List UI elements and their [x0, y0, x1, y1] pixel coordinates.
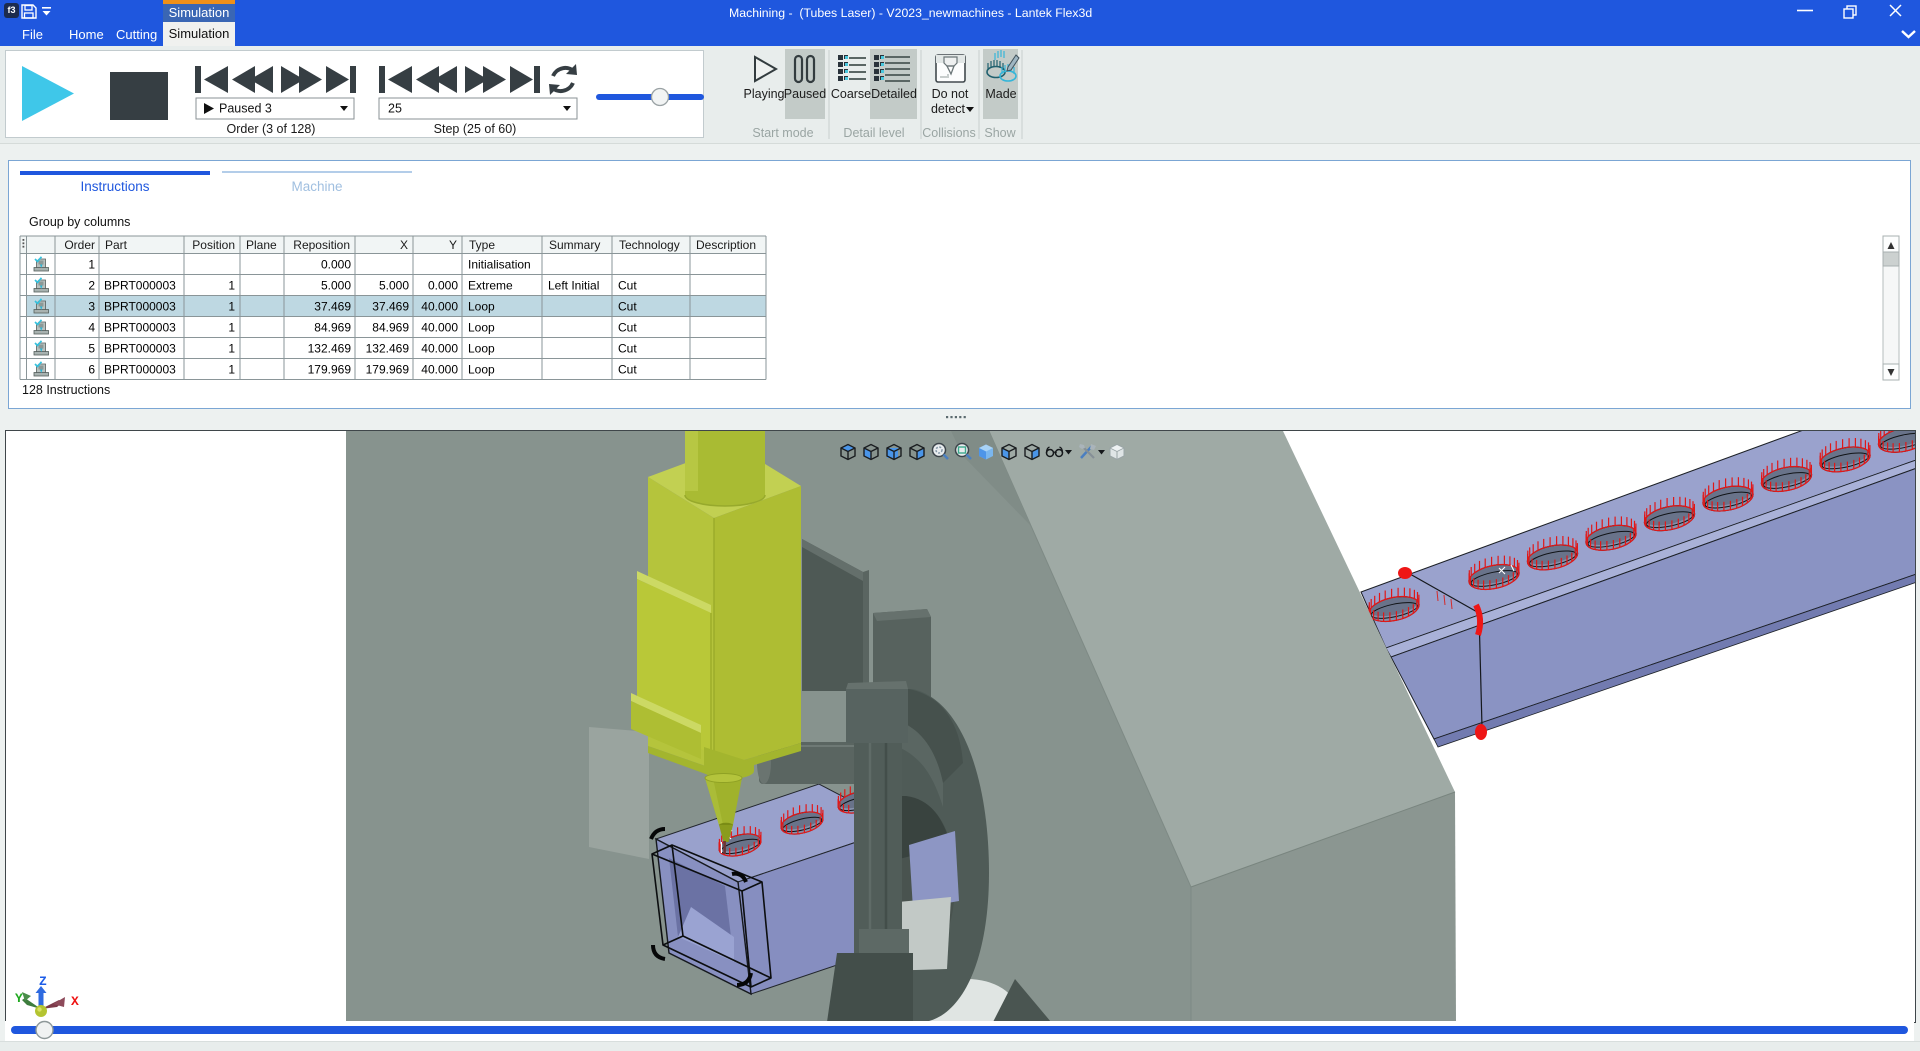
svg-text:BPRT000003: BPRT000003: [104, 363, 176, 377]
svg-text:Part: Part: [105, 238, 128, 252]
svg-text:Technology: Technology: [619, 238, 680, 252]
svg-text:BPRT000003: BPRT000003: [104, 321, 176, 335]
svg-text:1: 1: [88, 258, 95, 272]
svg-text:40.000: 40.000: [421, 342, 458, 356]
svg-text:Loop: Loop: [468, 342, 495, 356]
svg-text:Z: Z: [39, 974, 47, 989]
svg-text:Summary: Summary: [549, 238, 600, 252]
svg-text:1: 1: [228, 279, 235, 293]
svg-text:1: 1: [228, 363, 235, 377]
svg-text:84.969: 84.969: [314, 321, 351, 335]
svg-text:Y: Y: [449, 238, 457, 252]
svg-text:37.469: 37.469: [314, 300, 351, 314]
svg-text:3: 3: [88, 300, 95, 314]
svg-text:Loop: Loop: [468, 300, 495, 314]
svg-text:Cut: Cut: [618, 363, 637, 377]
svg-text:BPRT000003: BPRT000003: [104, 342, 176, 356]
svg-text:132.469: 132.469: [308, 342, 352, 356]
svg-text:X: X: [400, 238, 408, 252]
svg-text:Description: Description: [696, 238, 756, 252]
svg-text:1: 1: [228, 300, 235, 314]
svg-text:Cut: Cut: [618, 300, 637, 314]
svg-text:4: 4: [88, 321, 95, 335]
svg-text:5.000: 5.000: [321, 279, 351, 293]
svg-text:Loop: Loop: [468, 363, 495, 377]
svg-text:BPRT000003: BPRT000003: [104, 300, 176, 314]
svg-text:Position: Position: [192, 238, 235, 252]
svg-text:Loop: Loop: [468, 321, 495, 335]
svg-text:179.969: 179.969: [308, 363, 352, 377]
svg-text:40.000: 40.000: [421, 363, 458, 377]
svg-text:40.000: 40.000: [421, 321, 458, 335]
svg-text:X: X: [71, 994, 79, 1009]
svg-text:132.469: 132.469: [366, 342, 410, 356]
svg-text:0.000: 0.000: [428, 279, 458, 293]
svg-text:2: 2: [88, 279, 95, 293]
svg-text:Reposition: Reposition: [293, 238, 350, 252]
svg-text:Type: Type: [469, 238, 495, 252]
svg-text:Cut: Cut: [618, 342, 637, 356]
svg-text:6: 6: [88, 363, 95, 377]
svg-text:0.000: 0.000: [321, 258, 351, 272]
svg-text:Initialisation: Initialisation: [468, 258, 531, 272]
svg-text:40.000: 40.000: [421, 300, 458, 314]
svg-text:Left Initial: Left Initial: [548, 279, 599, 293]
svg-text:Cut: Cut: [618, 279, 637, 293]
svg-text:179.969: 179.969: [366, 363, 410, 377]
svg-text:37.469: 37.469: [372, 300, 409, 314]
svg-text:5.000: 5.000: [379, 279, 409, 293]
svg-text:Cut: Cut: [618, 321, 637, 335]
svg-text:Y: Y: [15, 991, 23, 1006]
svg-text:5: 5: [88, 342, 95, 356]
svg-text:84.969: 84.969: [372, 321, 409, 335]
svg-text:Extreme: Extreme: [468, 279, 513, 293]
svg-text:BPRT000003: BPRT000003: [104, 279, 176, 293]
svg-text:1: 1: [228, 342, 235, 356]
svg-text:Order: Order: [64, 238, 95, 252]
svg-text:Plane: Plane: [246, 238, 277, 252]
svg-text:1: 1: [228, 321, 235, 335]
